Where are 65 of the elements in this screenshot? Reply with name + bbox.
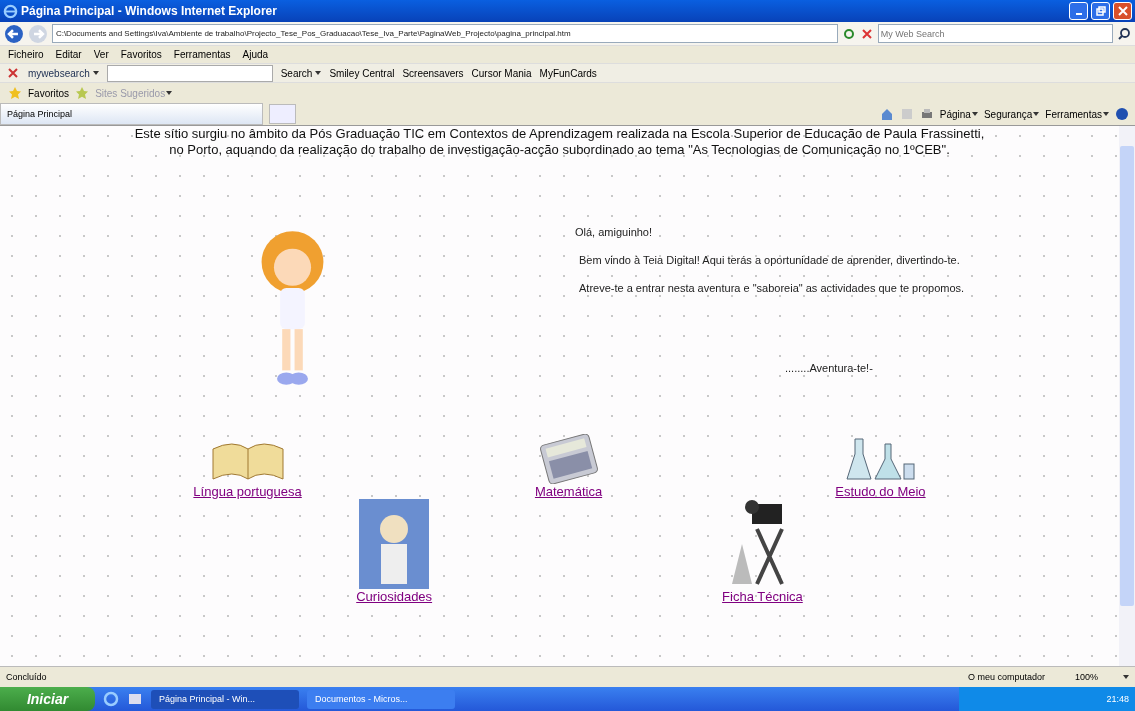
motto-text: ........Aventura-te!-	[785, 362, 874, 374]
caret-icon[interactable]	[1103, 112, 1109, 116]
window-title: Página Principal - Windows Internet Explorer	[21, 4, 277, 18]
menu-item[interactable]: Ferramentas	[173, 49, 231, 60]
caret-icon[interactable]	[1123, 675, 1129, 679]
subject-link[interactable]: Curiosidades	[356, 589, 433, 604]
status-text: Concluído	[6, 672, 47, 682]
caret-icon[interactable]	[1033, 112, 1040, 116]
welcome-text: Bem vindo à Teia Digital! Aqui terás a oportunidade de aprender, divertindo-te.	[578, 254, 961, 266]
minimize-icon	[1075, 13, 1082, 15]
restore-button[interactable]	[1091, 2, 1110, 20]
clock-text: 21:48	[1106, 694, 1129, 704]
menu-item[interactable]: Ver	[93, 49, 109, 60]
minimize-button[interactable]	[1069, 2, 1088, 20]
subject-link[interactable]: Ficha Técnica	[722, 589, 803, 604]
close-button[interactable]	[1113, 2, 1132, 20]
command-menu[interactable]: Ferramentas	[1045, 108, 1102, 120]
toolbar-brand[interactable]: mywebsearch	[28, 67, 90, 79]
close-icon[interactable]	[6, 66, 20, 80]
search-icon[interactable]	[1117, 26, 1131, 41]
search-field[interactable]: My Web Search	[877, 24, 1113, 43]
toolbar-link[interactable]: MyFunCards	[539, 67, 597, 79]
refresh-icon[interactable]	[841, 26, 856, 41]
close-icon	[1117, 6, 1128, 16]
scrollbar[interactable]	[1119, 126, 1135, 666]
subject-link[interactable]: Língua portuguesa	[193, 484, 302, 499]
intro-text: Este sítio surgiu no âmbito da Pós Graduação TIC em Contextos de Aprendizagem realizada na Escola Superior de Educação de Paula Frassinetti,	[134, 126, 985, 142]
browser-quicklaunch-icon[interactable]	[103, 691, 119, 707]
taskbar-window-button[interactable]: Documentos - Micros...	[307, 689, 455, 709]
taskbar-window-button[interactable]: Página Principal - Win...	[151, 689, 299, 709]
star-icon	[8, 86, 22, 100]
command-menu[interactable]: Segurança	[983, 108, 1033, 120]
restore-icon	[1095, 6, 1106, 16]
home-icon[interactable]	[879, 107, 894, 121]
toolbar-link[interactable]: Screensavers	[402, 67, 464, 79]
caret-icon[interactable]	[166, 91, 173, 95]
print-icon[interactable]	[919, 107, 934, 121]
desktop-quicklaunch-icon[interactable]	[127, 691, 143, 707]
toolbar-search-field[interactable]	[106, 64, 273, 82]
welcome-text: Atreve-te a entrar nesta aventura e "saboreia" as actividades que te propomos.	[578, 282, 965, 294]
subject-link[interactable]: Estudo do Meio	[835, 484, 926, 499]
browser-logo-icon	[3, 3, 18, 19]
command-menu[interactable]: Página	[939, 108, 971, 120]
address-field[interactable]: C:\Documents and Settings\Iva\Ambiente de trabalho\Projecto_Tese_Pos_Graduacao\Tese_Iva_Parte\PaginaWeb_Projecto\pagina_principal.htm	[51, 24, 838, 43]
subject-link[interactable]: Matemática	[534, 484, 603, 499]
caret-icon[interactable]	[92, 71, 99, 75]
favorites-button[interactable]: Favoritos	[28, 87, 70, 99]
back-icon[interactable]	[4, 23, 24, 44]
zoom-level[interactable]: 100%	[1074, 672, 1098, 682]
caret-icon[interactable]	[971, 112, 978, 116]
menu-item[interactable]: Editar	[55, 49, 82, 60]
stop-icon[interactable]	[859, 26, 874, 41]
start-button[interactable]: Iniciar	[0, 687, 95, 711]
menu-item[interactable]: Ficheiro	[8, 49, 44, 60]
intro-text: no Porto, aquando da realização do trabalho de investigação-acção subordinado ao tema "As Tecnologias de Comunicação no 1ºCEB".	[169, 142, 950, 158]
scientist-icon[interactable]	[359, 499, 430, 589]
greeting-text: Olá, amiguinho!	[575, 226, 654, 238]
toolbar-link[interactable]: Cursor Mania	[471, 67, 532, 79]
toolbar-link[interactable]: Smiley Central	[329, 67, 395, 79]
toolbar-search-button[interactable]: Search	[280, 67, 313, 79]
menu-item[interactable]: Ajuda	[242, 49, 269, 60]
menu-item[interactable]: Favoritos	[120, 49, 162, 60]
security-zone: O meu computador	[967, 672, 1045, 682]
caret-icon[interactable]	[315, 71, 322, 75]
browser-tab[interactable]: Página Principal	[0, 103, 263, 125]
